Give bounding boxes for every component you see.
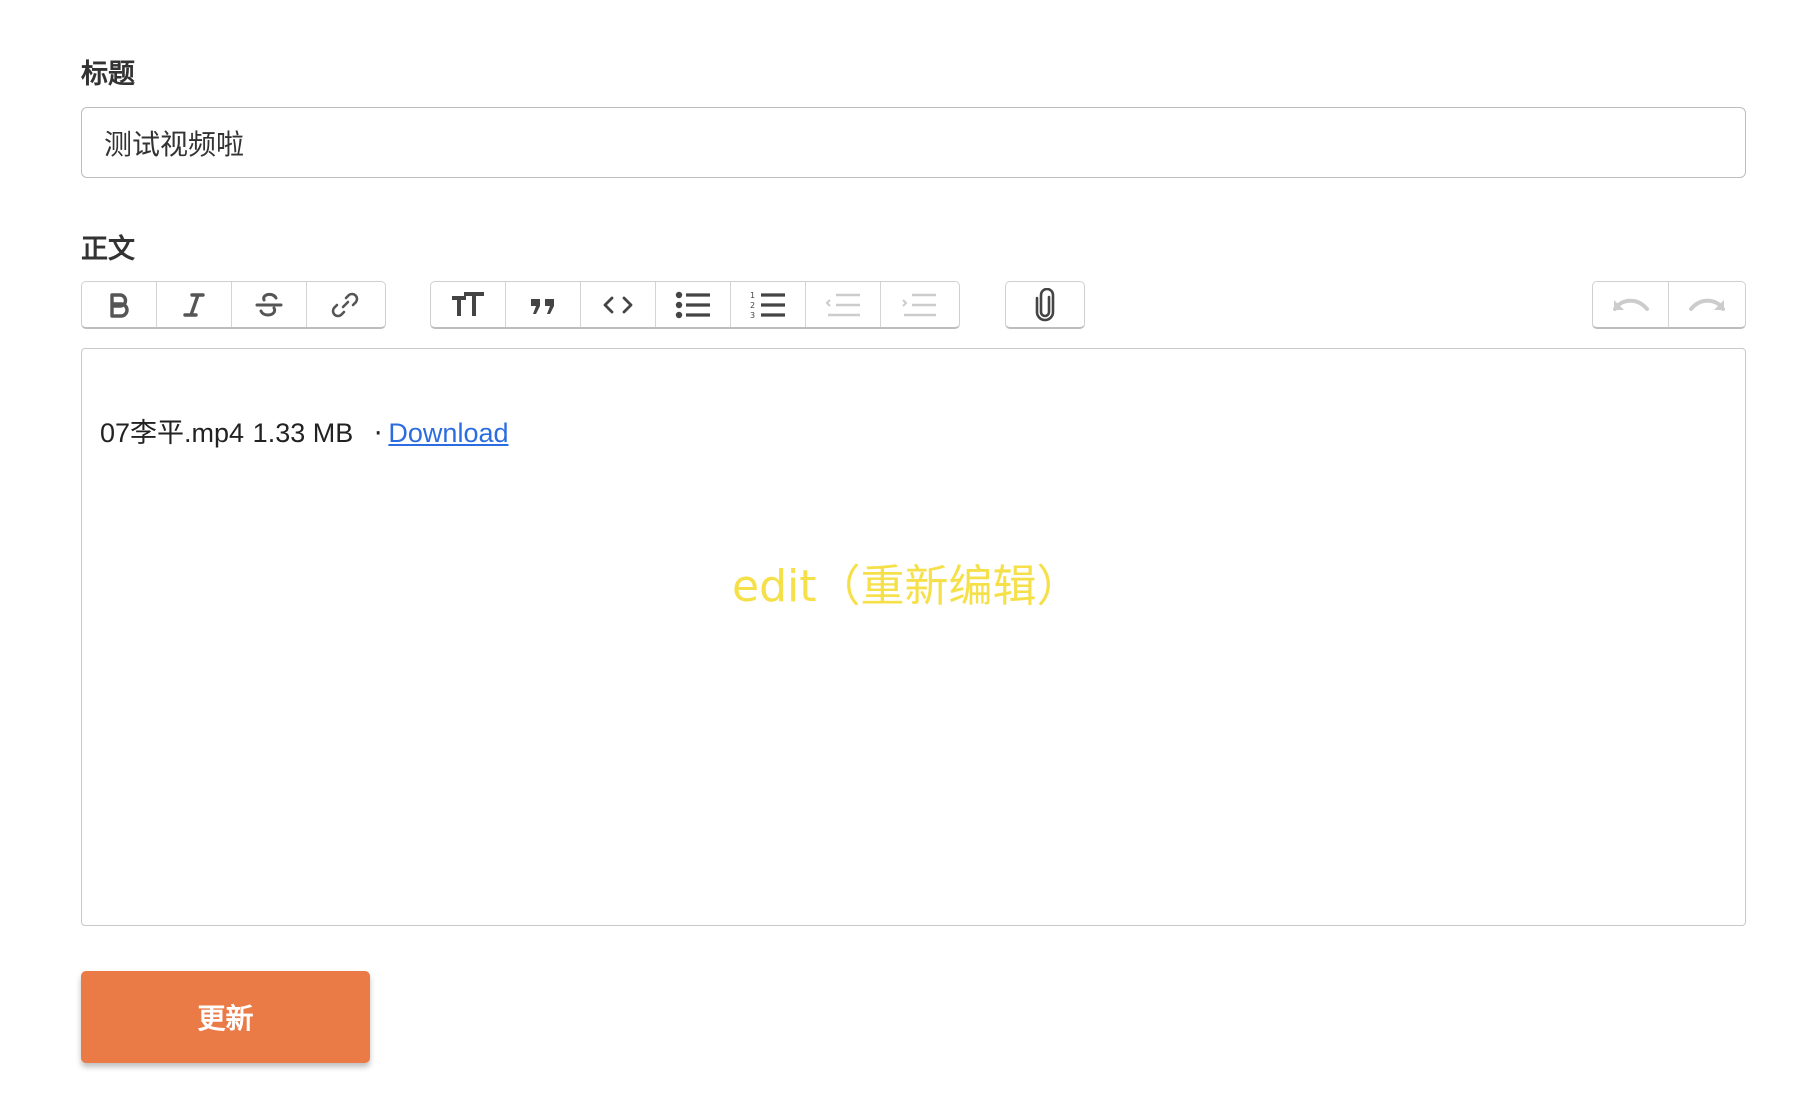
edit-post-form: 标题 正文 <box>0 0 1814 1098</box>
strikethrough-icon <box>255 292 283 317</box>
redo-icon <box>1689 298 1725 311</box>
quote-button[interactable] <box>506 282 581 327</box>
svg-text:2: 2 <box>750 301 755 310</box>
update-button[interactable]: 更新 <box>81 971 370 1063</box>
bold-button[interactable] <box>82 282 157 327</box>
link-button[interactable] <box>307 282 382 327</box>
svg-text:1: 1 <box>750 291 755 300</box>
heading-icon <box>452 291 484 316</box>
bullet-list-button[interactable] <box>656 282 731 327</box>
italic-button[interactable] <box>157 282 232 327</box>
decrease-indent-button[interactable] <box>806 282 881 327</box>
attachment-separator: · <box>373 418 383 449</box>
body-editor[interactable]: 07李平.mp4 1.33 MB · Download <box>81 348 1746 926</box>
attachment-filename-ext: .mp4 <box>184 418 245 448</box>
bold-icon <box>110 292 129 318</box>
download-link[interactable]: Download <box>388 418 508 448</box>
undo-icon <box>1612 298 1649 311</box>
file-toolbar <box>1005 281 1085 329</box>
heading-button[interactable] <box>431 282 506 327</box>
strikethrough-button[interactable] <box>232 282 307 327</box>
increase-indent-button[interactable] <box>881 282 956 327</box>
redo-button[interactable] <box>1669 282 1745 327</box>
attachment-line: 07李平.mp4 1.33 MB · Download <box>100 411 509 450</box>
history-toolbar <box>1592 281 1746 329</box>
quote-icon <box>531 298 554 314</box>
indent-icon <box>901 293 936 316</box>
title-input[interactable] <box>81 107 1746 178</box>
block-format-toolbar: 1 2 3 <box>430 281 960 329</box>
code-button[interactable] <box>581 282 656 327</box>
attachment-filename-prefix: 07 <box>100 418 131 448</box>
code-icon <box>603 296 633 313</box>
link-icon <box>331 292 358 317</box>
body-label: 正文 <box>81 234 135 265</box>
undo-button[interactable] <box>1593 282 1669 327</box>
numbered-list-button[interactable]: 1 2 3 <box>731 282 806 327</box>
title-label: 标题 <box>81 59 135 90</box>
paperclip-icon <box>1035 287 1055 321</box>
svg-text:3: 3 <box>750 311 755 320</box>
attachment-filename-cn: 李平 <box>130 418 185 449</box>
numbered-list-icon: 1 2 3 <box>750 291 785 320</box>
edit-annotation: edit（重新编辑） <box>732 561 1081 612</box>
attachment-size: 1.33 MB <box>252 418 354 448</box>
text-format-toolbar <box>81 281 386 329</box>
italic-icon <box>183 292 205 317</box>
bullet-list-icon <box>675 291 710 318</box>
attach-file-button[interactable] <box>1006 282 1084 327</box>
outdent-icon <box>825 293 860 316</box>
